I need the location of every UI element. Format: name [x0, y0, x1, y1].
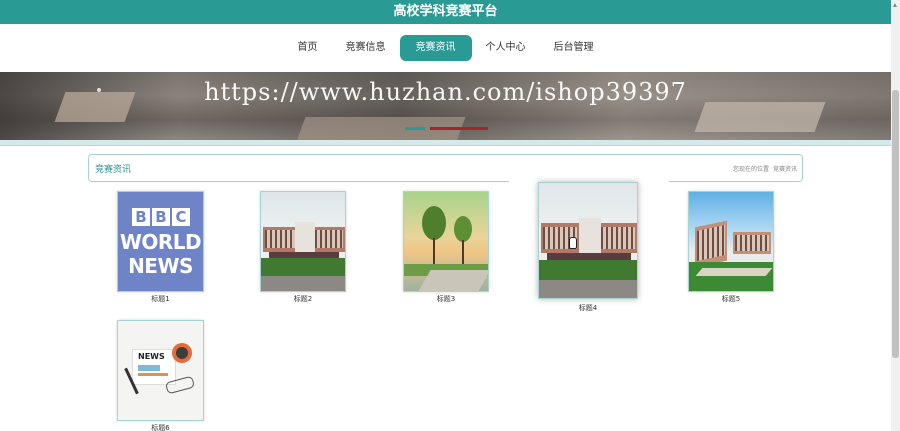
news-thumbnail[interactable] — [403, 191, 489, 292]
news-illustration-image: NEWS — [118, 321, 203, 420]
breadcrumb: 您现在的位置 竞赛资讯 — [733, 164, 797, 173]
news-card[interactable]: B B C WORLD NEWS 标题1 — [117, 191, 204, 304]
scroll-thumb[interactable] — [892, 90, 899, 358]
news-card[interactable]: 标题5 — [688, 191, 774, 304]
section-header: 竞赛资讯 您现在的位置 竞赛资讯 — [88, 154, 803, 185]
nav-item-competition-news[interactable]: 竞赛资讯 — [399, 35, 472, 61]
banner-divider — [0, 140, 891, 146]
banner-carousel[interactable]: https://www.huzhan.com/ishop39397 — [0, 72, 891, 140]
bbc-world-news-image: B B C WORLD NEWS — [118, 192, 203, 291]
campus-trees-image — [404, 192, 488, 291]
section-title: 竞赛资讯 — [95, 165, 132, 175]
news-card[interactable]: 标题4 — [538, 182, 638, 314]
news-card[interactable]: 标题3 — [403, 191, 489, 304]
scroll-up-arrow-icon[interactable] — [891, 0, 900, 10]
banner-indicator[interactable] — [405, 127, 425, 130]
news-thumbnail[interactable] — [538, 182, 638, 299]
news-title[interactable]: 标题2 — [260, 294, 346, 304]
news-thumbnail[interactable]: NEWS — [117, 320, 204, 421]
bbc-logo: B B C — [132, 208, 190, 226]
main-nav: 首页 竞赛信息 竞赛资讯 个人中心 后台管理 — [0, 24, 891, 72]
breadcrumb-prefix: 您现在的位置 — [732, 166, 769, 173]
nav-item-home[interactable]: 首页 — [284, 35, 332, 61]
news-title[interactable]: 标题4 — [538, 303, 638, 313]
news-title[interactable]: 标题6 — [117, 423, 204, 431]
banner-watermark: https://www.huzhan.com/ishop39397 — [204, 78, 687, 106]
nav-item-admin[interactable]: 后台管理 — [540, 35, 608, 61]
nav-item-personal-center[interactable]: 个人中心 — [472, 35, 540, 61]
news-title[interactable]: 标题5 — [688, 294, 774, 304]
campus-building-image — [539, 183, 637, 298]
nav-item-competition-info[interactable]: 竞赛信息 — [332, 35, 400, 61]
page: 高校学科竞赛平台 首页 竞赛信息 竞赛资讯 个人中心 后台管理 https://… — [0, 0, 900, 431]
banner-indicator[interactable] — [430, 127, 488, 130]
news-title[interactable]: 标题1 — [117, 294, 204, 304]
banner-desk — [694, 102, 826, 132]
hand-cursor-icon — [569, 237, 577, 249]
news-thumbnail[interactable] — [688, 191, 774, 292]
site-title-bar: 高校学科竞赛平台 — [0, 0, 891, 24]
site-title: 高校学科竞赛平台 — [393, 4, 498, 19]
page-scrollbar[interactable] — [891, 0, 900, 431]
news-thumbnail[interactable]: B B C WORLD NEWS — [117, 191, 204, 292]
campus-building-image — [261, 192, 345, 291]
news-card[interactable]: 标题2 — [260, 191, 346, 304]
campus-aerial-image — [689, 192, 773, 291]
news-title[interactable]: 标题3 — [403, 294, 489, 304]
breadcrumb-current[interactable]: 竞赛资讯 — [773, 166, 797, 173]
news-card[interactable]: NEWS 标题6 — [117, 320, 204, 431]
news-thumbnail[interactable] — [260, 191, 346, 292]
